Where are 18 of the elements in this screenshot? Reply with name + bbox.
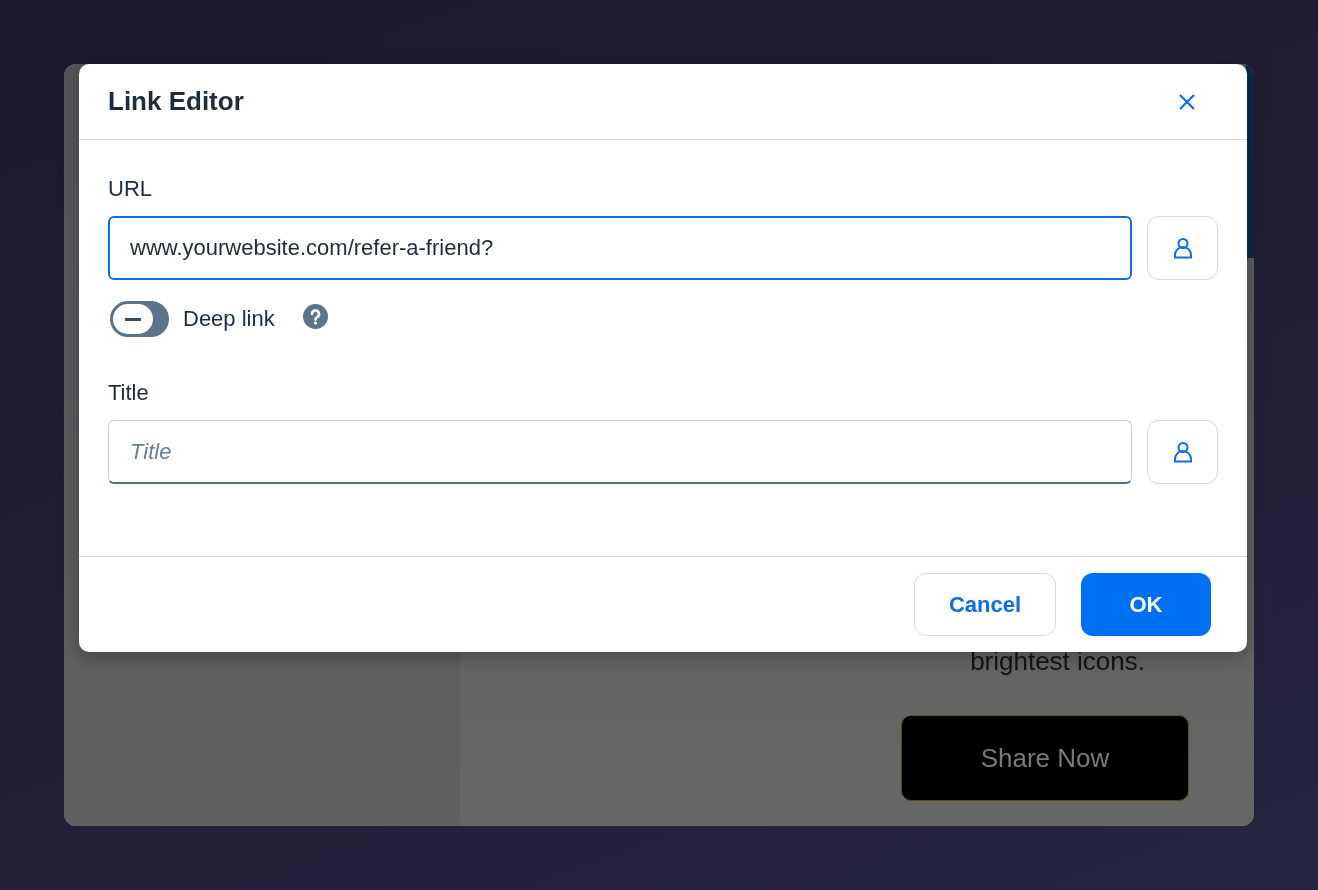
help-icon[interactable] bbox=[302, 303, 328, 329]
tagline-text: brightest icons. bbox=[970, 646, 1145, 677]
toggle-label: Deep link bbox=[183, 306, 275, 332]
cancel-button[interactable]: Cancel bbox=[914, 573, 1056, 636]
personalize-button[interactable] bbox=[1147, 420, 1218, 484]
minus-icon bbox=[125, 317, 141, 321]
field-label: Title bbox=[108, 380, 150, 406]
field-label: URL bbox=[108, 176, 153, 202]
toggle-switch[interactable] bbox=[110, 301, 169, 337]
ok-button[interactable]: OK bbox=[1081, 573, 1211, 636]
share-now-button[interactable]: Share Now bbox=[901, 715, 1189, 801]
personalize-button[interactable] bbox=[1147, 216, 1218, 280]
dialog-title: Link Editor bbox=[108, 86, 244, 117]
person-icon bbox=[1172, 441, 1193, 463]
person-icon bbox=[1172, 237, 1193, 259]
input-field[interactable]: www.yourwebsite.com/refer-a-friend? bbox=[108, 216, 1132, 280]
input-field[interactable]: Title bbox=[108, 420, 1132, 484]
close-icon bbox=[1179, 93, 1195, 110]
